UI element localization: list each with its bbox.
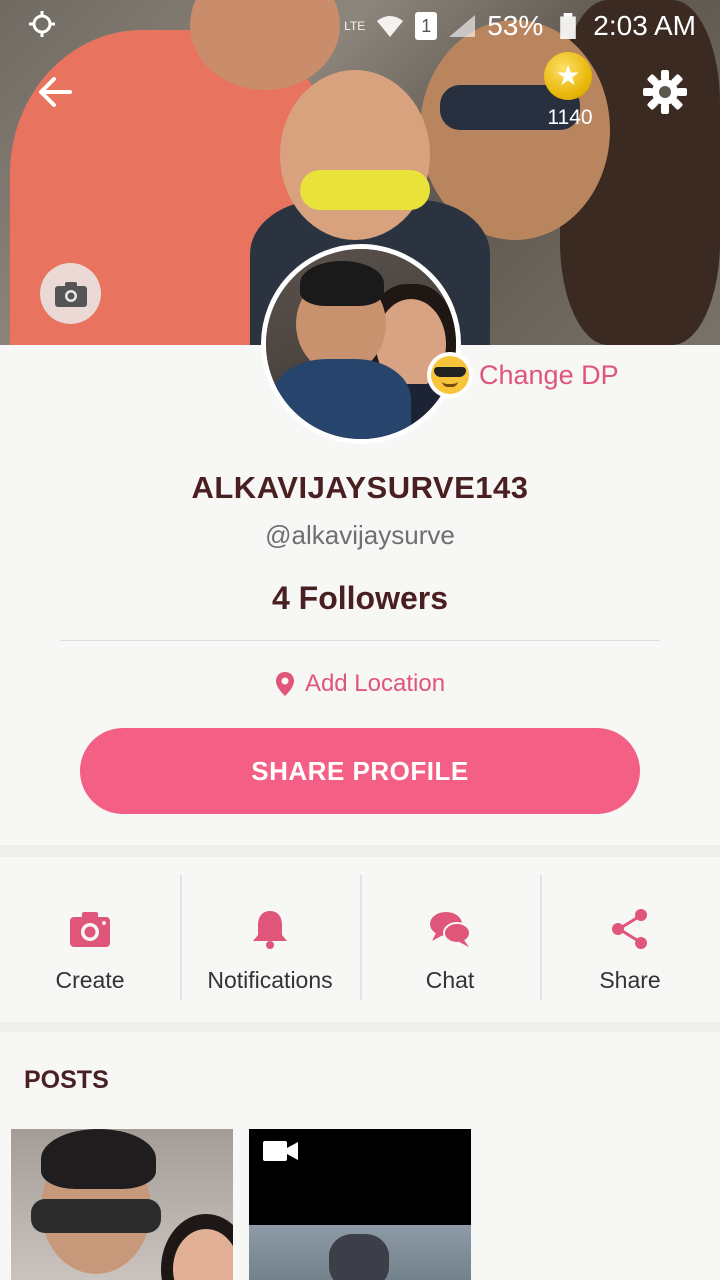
- battery-icon: [560, 13, 577, 39]
- action-label: Share: [599, 967, 661, 993]
- back-button[interactable]: [34, 70, 78, 114]
- status-bar: LTE 1 53% 2:03 AM: [0, 0, 720, 52]
- section-separator: [0, 845, 720, 857]
- display-name: ALKAVIJAYSURVE143: [191, 470, 529, 505]
- location-status-icon: [28, 10, 56, 45]
- section-separator: [0, 1022, 720, 1032]
- profile-avatar[interactable]: [261, 244, 461, 444]
- arrow-left-icon: [39, 77, 72, 107]
- notifications-button[interactable]: Notifications: [180, 857, 360, 1022]
- action-bar: Create Notifications Chat Share: [0, 857, 720, 1022]
- posts-heading: POSTS: [24, 1066, 109, 1094]
- change-cover-button[interactable]: [40, 263, 101, 324]
- add-location-button[interactable]: Add Location: [0, 670, 720, 698]
- battery-percent: 53%: [487, 10, 544, 41]
- location-pin-icon: [275, 672, 294, 696]
- gear-icon: [643, 70, 687, 114]
- settings-button[interactable]: [641, 68, 689, 116]
- sunglasses-emoji-icon: [427, 352, 473, 398]
- chat-icon: [430, 912, 471, 947]
- user-handle: @alkavijaysurve: [265, 520, 455, 550]
- action-label: Chat: [425, 967, 475, 993]
- chat-button[interactable]: Chat: [360, 857, 540, 1022]
- post-thumbnail[interactable]: [249, 1129, 471, 1280]
- coin-icon[interactable]: ★: [544, 52, 592, 100]
- action-label: Create: [55, 967, 125, 993]
- share-profile-button[interactable]: SHARE PROFILE: [80, 728, 640, 814]
- change-dp-label: Change DP: [479, 359, 619, 390]
- bell-icon: [253, 911, 287, 949]
- wifi-icon: [377, 16, 404, 37]
- signal-icon: [449, 15, 476, 37]
- sim-indicator: 1: [415, 12, 438, 40]
- add-location-label: Add Location: [304, 670, 446, 697]
- share-icon: [612, 909, 647, 949]
- network-label: LTE: [344, 19, 366, 33]
- post-thumbnail[interactable]: [11, 1129, 233, 1280]
- share-button[interactable]: Share: [540, 857, 720, 1022]
- clock: 2:03 AM: [593, 10, 696, 41]
- create-button[interactable]: Create: [0, 857, 180, 1022]
- followers-count[interactable]: 4 Followers: [0, 580, 720, 617]
- divider: [60, 640, 660, 641]
- camera-icon: [70, 912, 110, 947]
- action-label: Notifications: [207, 967, 333, 993]
- camera-icon: [54, 281, 87, 307]
- coin-count: 1140: [547, 106, 593, 129]
- change-dp-button[interactable]: Change DP: [427, 352, 619, 398]
- video-camera-icon: [263, 1141, 298, 1161]
